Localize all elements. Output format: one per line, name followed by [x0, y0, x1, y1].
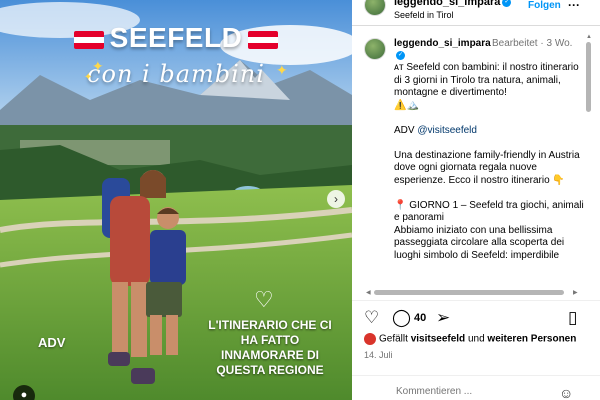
scrollbar-thumb[interactable]: [586, 42, 591, 112]
post-photo[interactable]: SEEFELD con i bambini ✦ ✦ ✦ ♡ ADV L'ITIN…: [0, 0, 352, 400]
heart-doodle-icon: ♡: [254, 287, 274, 312]
caption-text-continued: Una destinazione family-friendly in Aust…: [394, 149, 584, 261]
photo-subtitle: con i bambini: [87, 60, 265, 88]
austria-flag-icon: [248, 30, 279, 49]
header-location[interactable]: Seefeld in Tirol: [394, 10, 454, 20]
header-username[interactable]: leggendo_si_impara ✓: [394, 0, 512, 8]
chevron-right-icon[interactable]: ›: [327, 190, 345, 208]
post-age[interactable]: 3 Wo.: [547, 38, 573, 49]
horizontal-scrollbar[interactable]: ◀ ▶: [366, 290, 580, 296]
sparkle-icon: ✦: [92, 58, 104, 74]
austria-flag-icon: [73, 30, 104, 49]
caption-text: ᴀᴛ Seefeld con bambini: il nostro itiner…: [394, 62, 584, 262]
comment-bar: ☺: [352, 375, 600, 400]
caption-meta: Bearbeitet · 3 Wo.: [492, 38, 582, 50]
verified-badge-icon: ✓: [502, 0, 512, 7]
horizontal-scrollbar-thumb[interactable]: [374, 290, 564, 295]
comment-input[interactable]: [396, 386, 546, 397]
likes-summary: Gefällt visitseefeld und weiteren Person…: [364, 333, 576, 345]
caption-username-text[interactable]: leggendo_si_impara: [394, 38, 491, 49]
avatar[interactable]: [364, 0, 386, 16]
person-icon[interactable]: ●: [13, 385, 35, 400]
instagram-post-page: SEEFELD con i bambini ✦ ✦ ✦ ♡ ADV L'ITIN…: [0, 0, 600, 400]
more-options-icon[interactable]: ···: [568, 0, 580, 12]
scroll-left-icon[interactable]: ◀: [366, 289, 371, 296]
scroll-right-icon[interactable]: ▶: [573, 289, 578, 296]
caption-username[interactable]: leggendo_si_impara✓: [394, 38, 491, 62]
avatar[interactable]: [364, 38, 386, 60]
photo-title: SEEFELD: [0, 22, 352, 54]
comment-icon[interactable]: ◯: [392, 309, 411, 326]
edited-label: Bearbeitet: [492, 38, 538, 49]
likes-prefix: Gefällt: [379, 333, 411, 345]
header-username-text[interactable]: leggendo_si_impara: [394, 0, 500, 8]
sparkle-icon: ✦: [84, 72, 93, 83]
avatar[interactable]: [364, 333, 376, 345]
post-header: leggendo_si_impara ✓ Seefeld in Tirol Fol…: [352, 0, 600, 26]
caption-scrollbar[interactable]: ▲: [585, 34, 593, 292]
photo-overlay-caption: L'ITINERARIO CHE CI HA FATTO INNAMORARE …: [208, 318, 332, 377]
comment-count: 40: [414, 312, 427, 324]
heart-icon[interactable]: ♡: [364, 309, 379, 326]
bookmark-icon[interactable]: ▯: [568, 309, 577, 326]
mention-link[interactable]: @visitseefeld: [417, 125, 477, 136]
scroll-up-icon[interactable]: ▲: [586, 34, 592, 40]
meta-separator: ·: [540, 38, 544, 49]
likes-others[interactable]: weiteren Personen: [487, 334, 576, 345]
follow-button[interactable]: Folgen: [528, 0, 561, 11]
post-actions: ♡ ◯ 40 ➢ ▯: [352, 300, 600, 330]
caption-area: leggendo_si_impara✓ Bearbeitet · 3 Wo. ᴀ…: [352, 34, 588, 290]
photo-adv-label: ADV: [38, 335, 66, 350]
smiley-icon[interactable]: ☺: [559, 385, 573, 400]
verified-badge-icon: ✓: [396, 50, 405, 60]
sparkle-icon: ✦: [276, 62, 288, 78]
photo-title-text: SEEFELD: [109, 22, 243, 53]
share-icon[interactable]: ➢: [436, 309, 450, 326]
likes-middle: und: [465, 333, 488, 345]
likes-user[interactable]: visitseefeld: [411, 334, 465, 345]
